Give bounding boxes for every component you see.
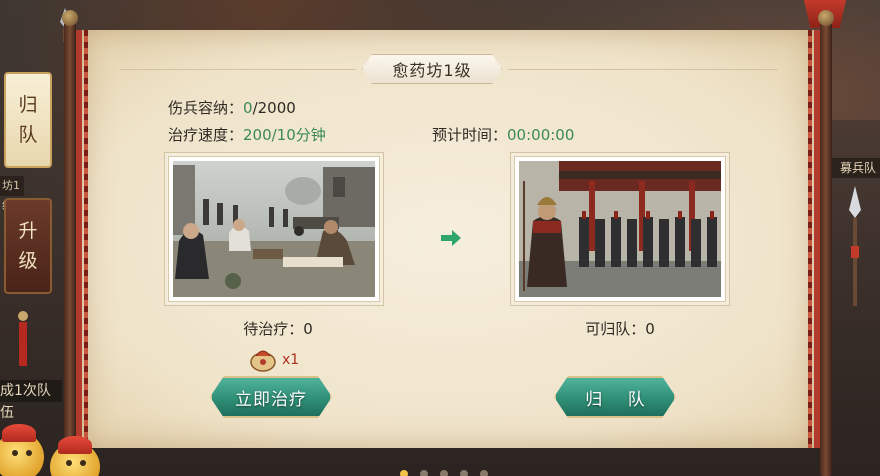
background-hint-bottom-left: 成1次队伍 — [0, 380, 62, 421]
title-divider — [120, 69, 356, 70]
scroll-rod-right — [820, 18, 832, 476]
heal-speed-value: 200/10分钟 — [243, 126, 326, 144]
eta-label: 预计时间： — [432, 126, 508, 144]
capacity-stat: 伤兵容纳：0/2000 — [168, 97, 296, 118]
spear-icon — [849, 186, 861, 306]
heal-now-button[interactable]: 立即治疗 — [210, 376, 332, 418]
wounded-soldiers-image — [168, 156, 380, 302]
page-title: 愈药坊1级 — [362, 54, 502, 84]
tab-upgrade[interactable]: 升 级 — [4, 198, 52, 294]
page-indicator — [400, 470, 488, 476]
scroll-rod-cap — [62, 10, 78, 26]
item-count: x1 — [282, 352, 300, 368]
ready-soldiers-image — [514, 156, 726, 302]
tab-return[interactable]: 归 队 — [4, 72, 52, 168]
background-hint-right: 募兵队 — [832, 158, 880, 178]
return-button[interactable]: 归 队 — [554, 376, 676, 418]
heal-speed-label: 治疗速度： — [168, 126, 244, 144]
returnable-count: 可归队：0 — [585, 320, 655, 338]
scroll-rod-cap — [818, 10, 834, 26]
capacity-max: 2000 — [257, 99, 296, 117]
tab-return-label-bottom: 队 — [18, 124, 38, 146]
tassel-icon — [18, 311, 28, 366]
eta-stat: 预计时间：00:00:00 — [432, 124, 574, 145]
heal-speed-stat: 治疗速度：200/10分钟 — [168, 124, 326, 145]
medicine-bag-icon — [250, 350, 276, 372]
title-divider — [508, 69, 778, 70]
scroll-rod-left — [64, 18, 76, 476]
capacity-current: 0 — [243, 99, 253, 117]
background-hint-left: 坊1级 — [0, 176, 24, 212]
tab-upgrade-label-top: 升 — [18, 220, 38, 242]
arrow-right-icon — [441, 230, 461, 246]
capacity-label: 伤兵容纳： — [168, 99, 244, 117]
eta-value: 00:00:00 — [507, 126, 575, 144]
tab-return-label-top: 归 — [18, 94, 38, 116]
pending-heal-count: 待治疗：0 — [243, 320, 313, 338]
tab-upgrade-label-bottom: 级 — [18, 250, 38, 272]
